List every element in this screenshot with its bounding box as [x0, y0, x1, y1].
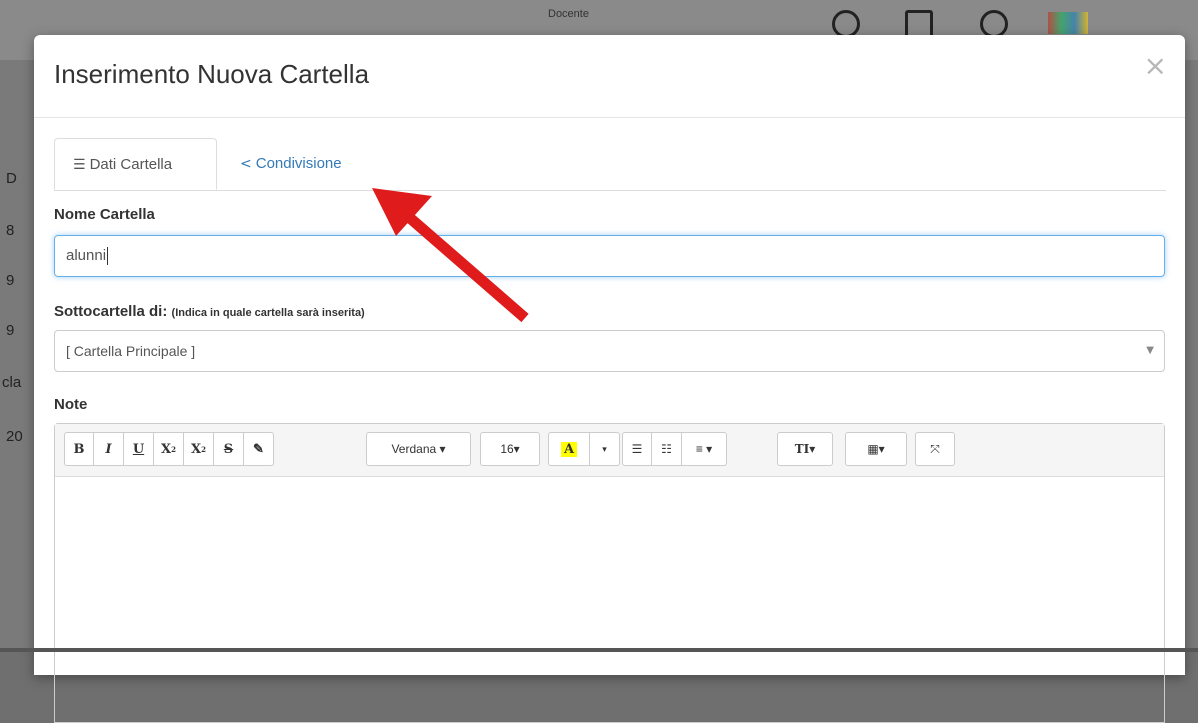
help-icon: [980, 10, 1008, 38]
subscript-button[interactable]: X2: [184, 432, 214, 466]
superscript-mark: 2: [171, 444, 176, 454]
note-editor[interactable]: B I U X2 X2 S ✎ Verdana ▾ 16▾ A ▾ ☰ ☷ ≡: [54, 423, 1165, 723]
note-label: Note: [54, 396, 88, 413]
new-folder-modal: Inserimento Nuova Cartella × ☰ Dati Carte…: [34, 35, 1185, 723]
chevron-down-icon: ▼: [1146, 345, 1154, 356]
modal-title: Inserimento Nuova Cartella: [54, 59, 370, 89]
background-header-text: Docente: [548, 8, 589, 20]
underline-button[interactable]: U: [124, 432, 154, 466]
strikethrough-button[interactable]: S: [214, 432, 244, 466]
font-family-dropdown[interactable]: Verdana ▾: [366, 432, 471, 466]
tab-condivisione[interactable]: < Condivisione: [222, 138, 360, 190]
color-button[interactable]: A: [548, 432, 590, 466]
color-group: A ▾: [548, 432, 620, 466]
bold-button[interactable]: B: [64, 432, 94, 466]
subscript-mark: 2: [201, 444, 206, 454]
superscript-label: X: [161, 441, 172, 457]
parent-folder-label: Sottocartella di: (Indica in quale carte…: [54, 303, 365, 320]
line-height-group: TI▾: [777, 432, 833, 466]
print-icon: [905, 10, 933, 38]
color-dropdown-button[interactable]: ▾: [590, 432, 620, 466]
close-button[interactable]: ×: [1144, 49, 1167, 82]
folder-name-label: Nome Cartella: [54, 206, 155, 223]
background-cell: D: [6, 170, 17, 187]
tab-label: Dati Cartella: [89, 156, 173, 173]
background-cell: 9: [6, 272, 15, 289]
background-left-column: D 8 9 9 cla 20: [0, 140, 36, 470]
unordered-list-button[interactable]: ☰: [622, 432, 652, 466]
format-button-group: B I U X2 X2 S ✎: [64, 432, 274, 466]
ordered-list-button[interactable]: ☷: [652, 432, 682, 466]
align-dropdown-button[interactable]: ≡ ▾: [682, 432, 727, 466]
line-height-dropdown[interactable]: TI▾: [777, 432, 833, 466]
parent-folder-hint: (Indica in quale cartella sarà inserita): [171, 307, 365, 319]
table-dropdown-button[interactable]: ▦▾: [845, 432, 907, 466]
text-caret: [107, 247, 109, 266]
background-cell: 8: [6, 222, 15, 239]
font-size-group: 16▾: [480, 432, 540, 466]
tab-label: Condivisione: [255, 155, 342, 172]
background-cell: 9: [6, 322, 15, 339]
highlight-a-icon: A: [560, 441, 578, 457]
fullscreen-group: ⤧: [915, 432, 955, 466]
parent-folder-value: [ Cartella Principale ]: [66, 343, 196, 359]
font-size-dropdown[interactable]: 16▾: [480, 432, 540, 466]
eraser-icon[interactable]: ✎: [244, 432, 274, 466]
bottom-edge: [0, 648, 1198, 652]
share-icon: <: [240, 156, 252, 172]
superscript-button[interactable]: X2: [154, 432, 184, 466]
logo-icon: [1048, 12, 1088, 34]
subscript-label: X: [191, 441, 202, 457]
tab-bar: ☰ Dati Cartella < Condivisione: [54, 138, 1166, 191]
editor-toolbar: B I U X2 X2 S ✎ Verdana ▾ 16▾ A ▾ ☰ ☷ ≡: [55, 424, 1164, 477]
font-family-group: Verdana ▾: [366, 432, 471, 466]
parent-folder-select[interactable]: [ Cartella Principale ] ▼: [54, 330, 1165, 372]
user-circle-icon: [832, 10, 860, 38]
paragraph-group: ☰ ☷ ≡ ▾: [622, 432, 727, 466]
table-group: ▦▾: [845, 432, 907, 466]
background-cell: 20: [6, 428, 23, 445]
folder-name-value: alunni: [66, 247, 107, 264]
background-cell: cla: [2, 374, 22, 391]
fullscreen-icon[interactable]: ⤧: [915, 432, 955, 466]
modal-header: Inserimento Nuova Cartella ×: [34, 35, 1185, 118]
align-left-icon: ☰: [73, 157, 86, 173]
parent-folder-label-text: Sottocartella di:: [54, 303, 168, 320]
italic-button[interactable]: I: [94, 432, 124, 466]
tab-dati-cartella[interactable]: ☰ Dati Cartella: [54, 138, 217, 190]
folder-name-input[interactable]: alunni: [54, 235, 1165, 277]
